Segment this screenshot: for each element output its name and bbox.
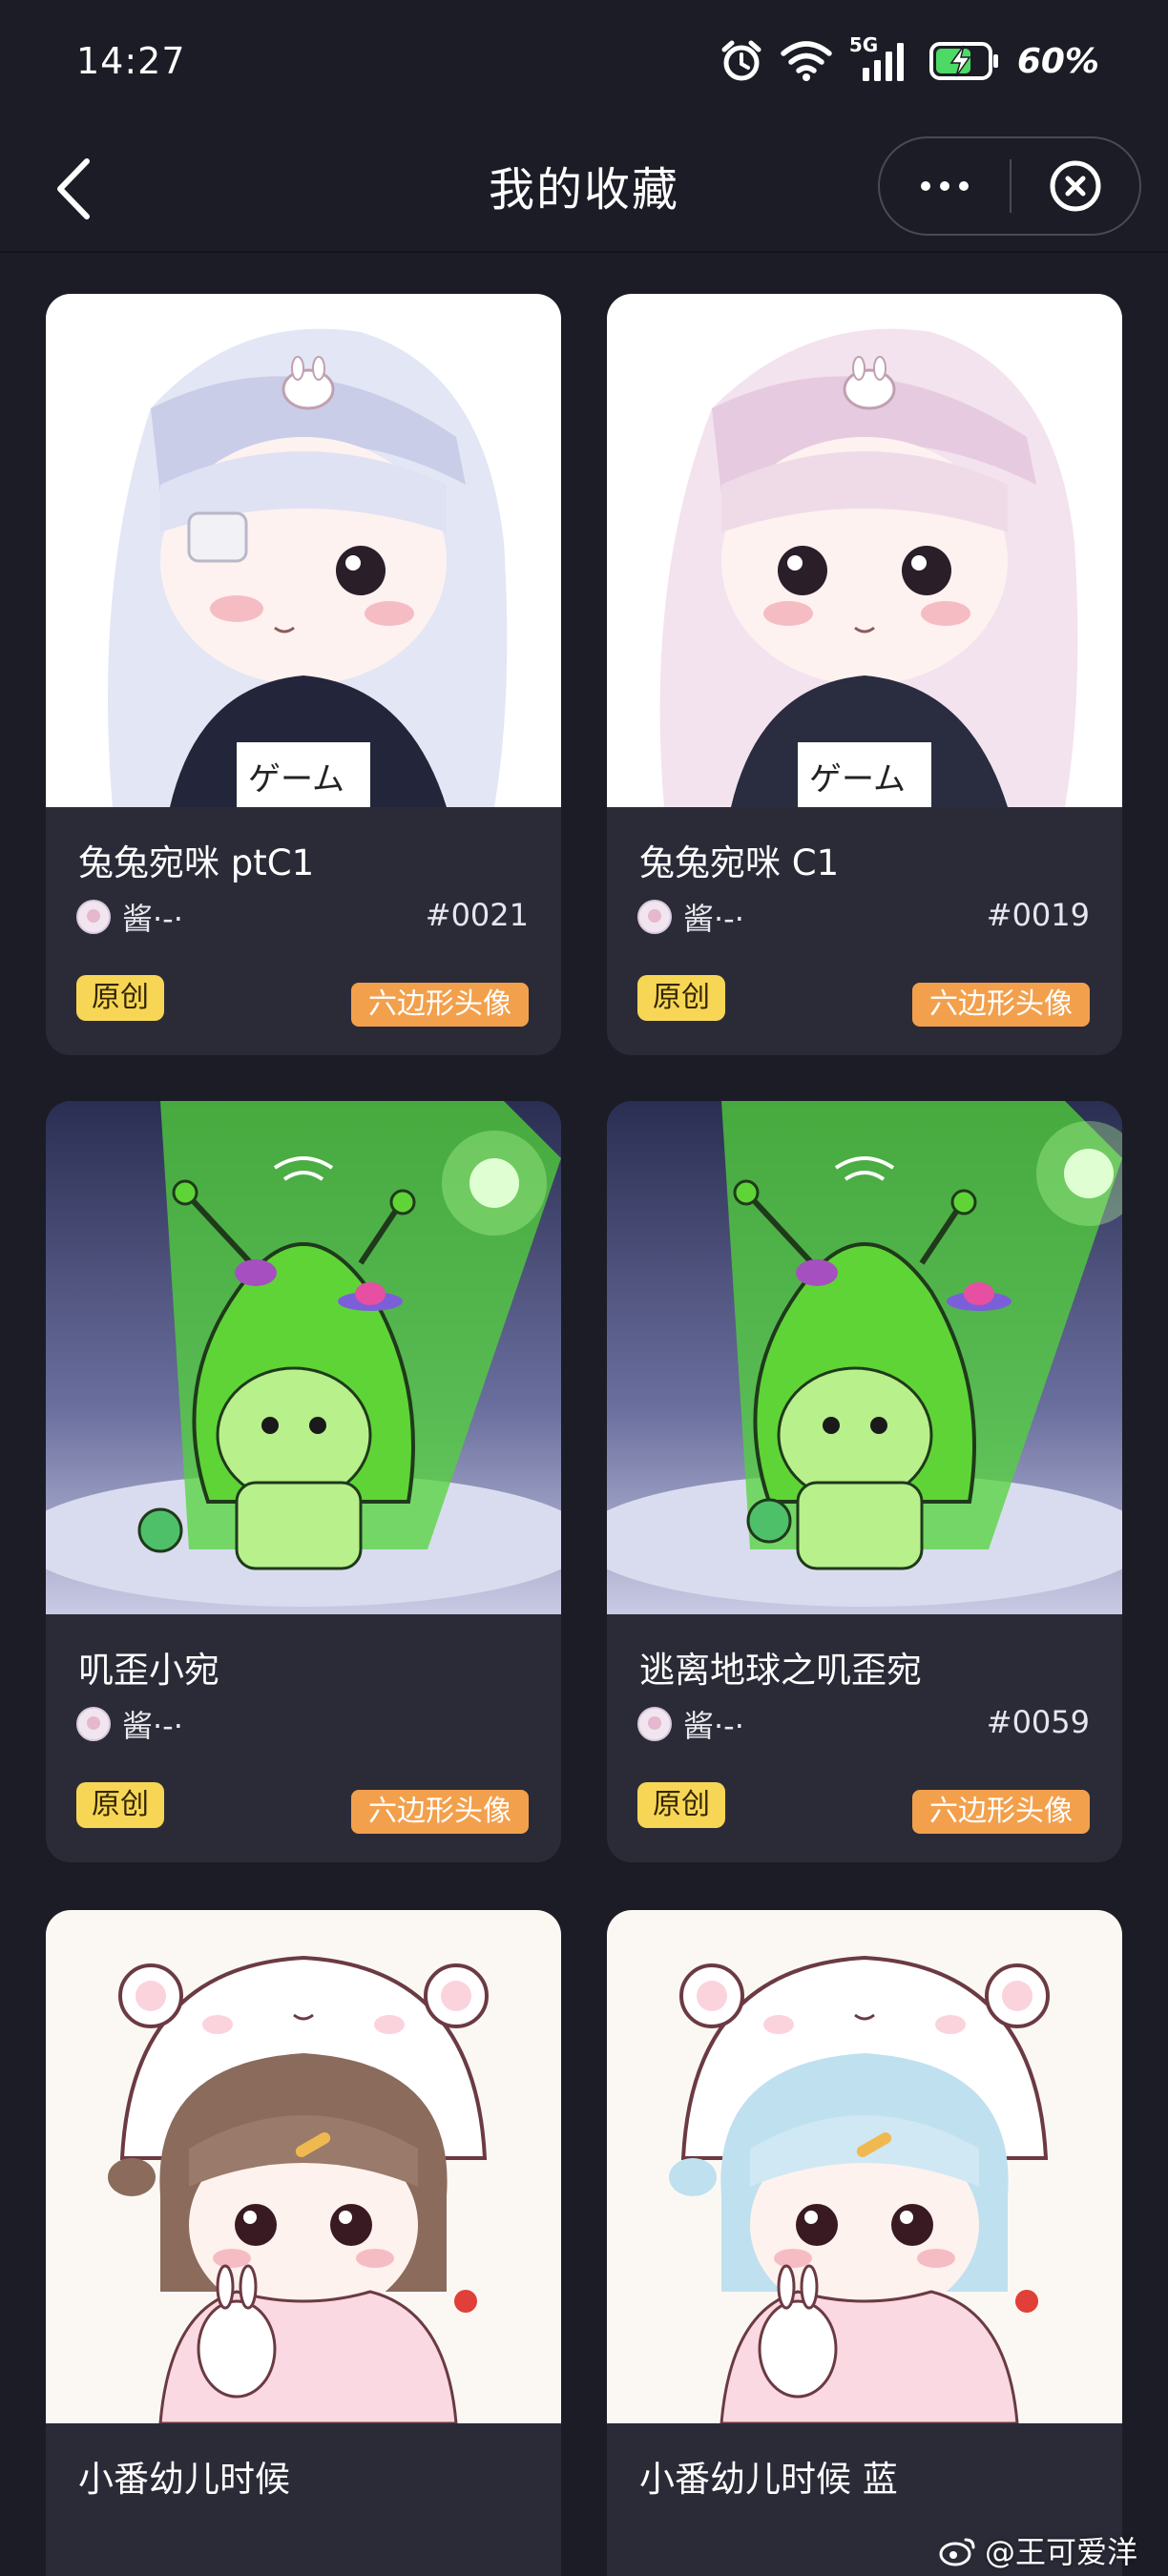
hexagon-avatar-tag: 六边形头像 bbox=[912, 1790, 1090, 1834]
alarm-icon bbox=[720, 39, 763, 83]
avatar bbox=[76, 900, 111, 934]
card-author: 酱·-· bbox=[637, 1702, 744, 1746]
card-title: 叽歪小宛 bbox=[78, 1650, 219, 1691]
original-badge: 原创 bbox=[637, 1782, 725, 1828]
card-info: 兔兔宛咪 C1 酱·-· #0019 原创 六边形头像 bbox=[607, 807, 1122, 1055]
favorites-page: 14:27 5G 60% 我的收藏 ゲーム 兔兔宛咪 ptC1 酱·-· #00… bbox=[0, 0, 1168, 2576]
card-author: 酱·-· bbox=[76, 1702, 183, 1746]
card-info: 叽歪小宛 酱·-· 原创 六边形头像 bbox=[46, 1614, 561, 1862]
hexagon-avatar-tag: 六边形头像 bbox=[351, 1790, 529, 1834]
author-name: 酱·-· bbox=[122, 1708, 183, 1744]
card-artwork bbox=[46, 1910, 561, 2423]
avatar bbox=[637, 1707, 672, 1741]
close-button[interactable] bbox=[1012, 138, 1139, 234]
more-dots-icon bbox=[921, 181, 969, 191]
card-artwork bbox=[607, 1101, 1122, 1614]
card-artwork: ゲーム bbox=[607, 294, 1122, 807]
author-name: 酱·-· bbox=[122, 901, 183, 937]
more-button[interactable] bbox=[880, 138, 1010, 234]
hexagon-avatar-tag: 六边形头像 bbox=[351, 983, 529, 1027]
card-title: 兔兔宛咪 ptC1 bbox=[78, 842, 315, 883]
card-info: 兔兔宛咪 ptC1 酱·-· #0021 原创 六边形头像 bbox=[46, 807, 561, 1055]
card-number: #0019 bbox=[986, 897, 1090, 933]
close-circle-icon bbox=[1050, 160, 1101, 212]
favorite-card[interactable]: 小番幼儿时候 蓝 bbox=[607, 1910, 1122, 2576]
favorite-card[interactable]: ゲーム 兔兔宛咪 C1 酱·-· #0019 原创 六边形头像 bbox=[607, 294, 1122, 1055]
card-author: 酱·-· bbox=[76, 895, 183, 939]
status-time: 14:27 bbox=[76, 40, 186, 82]
original-badge: 原创 bbox=[76, 975, 164, 1021]
favorite-card[interactable]: 叽歪小宛 酱·-· 原创 六边形头像 bbox=[46, 1101, 561, 1862]
watermark-text: @王可爱洋 bbox=[984, 2534, 1137, 2570]
svg-text:ゲーム: ゲーム bbox=[809, 760, 906, 799]
card-title: 兔兔宛咪 C1 bbox=[639, 842, 840, 883]
card-number: #0021 bbox=[425, 897, 529, 933]
original-badge: 原创 bbox=[76, 1782, 164, 1828]
avatar bbox=[76, 1707, 111, 1741]
battery-charging-icon bbox=[928, 41, 1000, 81]
card-number: #0059 bbox=[986, 1704, 1090, 1740]
battery-percentage: 60% bbox=[1016, 41, 1099, 81]
mini-program-capsule bbox=[878, 136, 1141, 236]
card-title: 小番幼儿时候 bbox=[78, 2459, 290, 2500]
original-badge: 原创 bbox=[637, 975, 725, 1021]
favorite-card[interactable]: 逃离地球之叽歪宛 酱·-· #0059 原创 六边形头像 bbox=[607, 1101, 1122, 1862]
favorite-card[interactable]: 小番幼儿时候 bbox=[46, 1910, 561, 2576]
card-artwork bbox=[46, 1101, 561, 1614]
card-info: 逃离地球之叽歪宛 酱·-· #0059 原创 六边形头像 bbox=[607, 1614, 1122, 1862]
status-icons: 5G 60% bbox=[720, 33, 1099, 84]
svg-text:ゲーム: ゲーム bbox=[248, 760, 344, 799]
watermark: @王可爱洋 bbox=[939, 2528, 1137, 2572]
hexagon-avatar-tag: 六边形头像 bbox=[912, 983, 1090, 1027]
wifi-icon bbox=[781, 40, 832, 82]
avatar bbox=[637, 900, 672, 934]
weibo-icon bbox=[939, 2538, 975, 2566]
card-title: 逃离地球之叽歪宛 bbox=[639, 1650, 922, 1691]
author-name: 酱·-· bbox=[683, 901, 744, 937]
favorite-card[interactable]: ゲーム 兔兔宛咪 ptC1 酱·-· #0021 原创 六边形头像 bbox=[46, 294, 561, 1055]
card-artwork: ゲーム bbox=[46, 294, 561, 807]
signal-icon: 5G bbox=[849, 33, 912, 83]
card-author: 酱·-· bbox=[637, 895, 744, 939]
card-artwork bbox=[607, 1910, 1122, 2423]
card-title: 小番幼儿时候 蓝 bbox=[639, 2459, 898, 2500]
author-name: 酱·-· bbox=[683, 1708, 744, 1744]
status-bar: 14:27 5G 60% bbox=[0, 0, 1168, 134]
nav-bar: 我的收藏 bbox=[0, 134, 1168, 253]
card-info: 小番幼儿时候 bbox=[46, 2423, 561, 2576]
